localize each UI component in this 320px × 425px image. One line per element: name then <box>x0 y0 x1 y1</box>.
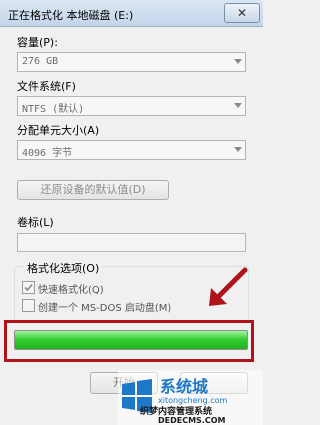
chevron-down-icon <box>234 103 242 108</box>
quick-format-checkbox[interactable] <box>22 281 35 294</box>
msdos-startup-disk-checkbox[interactable] <box>22 299 35 312</box>
msdos-startup-disk-label: 创建一个 MS-DOS 启动盘(M) <box>38 303 172 314</box>
svg-text:xitongcheng.com: xitongcheng.com <box>158 396 228 405</box>
allocation-value: 4096 字节 <box>22 148 73 159</box>
watermark-logo: 系统城 xitongcheng.com 织梦内容管理系统 DEDECMS.COM <box>118 370 263 425</box>
svg-text:DEDECMS.COM: DEDECMS.COM <box>158 416 226 425</box>
annotation-arrow-icon <box>209 267 248 306</box>
close-button[interactable]: ✕ <box>224 3 260 23</box>
window-title: 正在格式化 本地磁盘 (E:) <box>8 9 134 22</box>
svg-text:系统城: 系统城 <box>160 377 208 396</box>
chevron-down-icon <box>234 59 242 64</box>
capacity-select[interactable]: 276 GB <box>17 52 246 72</box>
volume-label-input[interactable] <box>17 233 246 252</box>
quick-format-label: 快速格式化(Q) <box>38 285 104 296</box>
capacity-label: 容量(P): <box>17 36 58 49</box>
volume-label: 卷标(L) <box>17 216 54 229</box>
restore-defaults-button[interactable]: 还原设备的默认值(D) <box>17 180 169 200</box>
filesystem-label: 文件系统(F) <box>17 80 76 93</box>
close-icon: ✕ <box>236 6 248 20</box>
filesystem-value: NTFS (默认) <box>22 104 85 115</box>
progress-fill <box>15 331 247 349</box>
chevron-down-icon <box>234 147 242 152</box>
checkmark-icon <box>24 283 33 292</box>
format-options-label: 格式化选项(O) <box>24 260 103 276</box>
filesystem-select[interactable]: NTFS (默认) <box>17 96 246 116</box>
format-progress-bar <box>14 330 248 350</box>
allocation-select[interactable]: 4096 字节 <box>17 140 246 160</box>
capacity-value: 276 GB <box>22 56 59 67</box>
allocation-label: 分配单元大小(A) <box>17 124 100 137</box>
